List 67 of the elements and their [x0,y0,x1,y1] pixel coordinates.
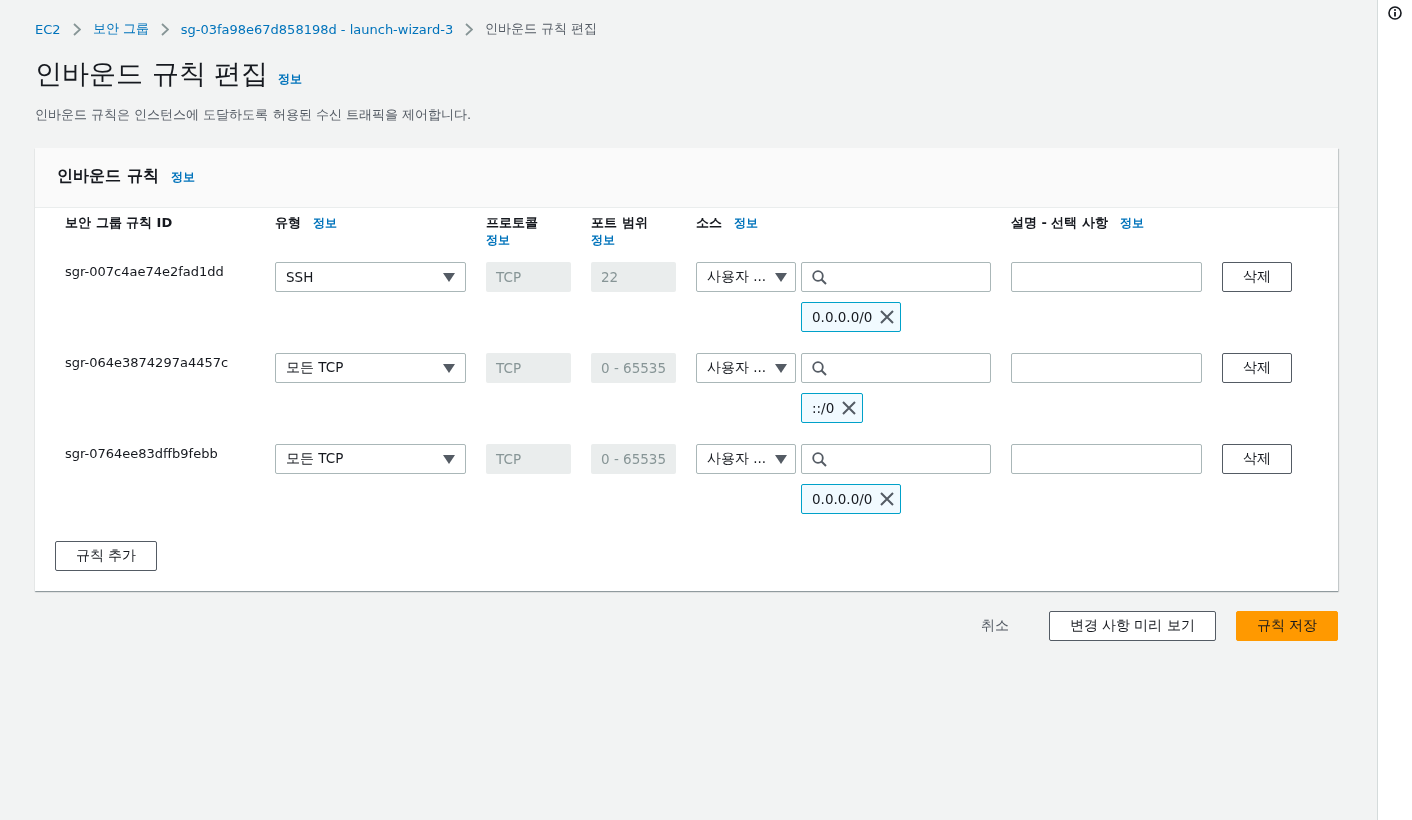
source-type-select[interactable]: 사용자 ... [696,353,796,383]
description-field[interactable] [1011,444,1202,474]
column-header: 유형 [275,215,301,230]
preview-button[interactable]: 변경 사항 미리 보기 [1048,611,1216,641]
port-range-field: 22 [591,262,676,292]
info-icon[interactable] [1388,6,1402,20]
protocol-field: TCP [486,444,571,474]
port-range-field: 0 - 65535 [591,444,676,474]
info-link[interactable]: 정보 [486,233,510,247]
breadcrumb-link[interactable]: EC2 [35,21,61,37]
column-header: 소스 [696,215,722,230]
rule-id: sgr-007c4ae74e2fad1dd [65,263,225,279]
port-range-field: 0 - 65535 [591,353,676,383]
close-icon[interactable] [880,310,895,324]
search-icon [812,360,827,376]
source-search-field[interactable] [801,262,991,292]
cancel-button[interactable]: 취소 [960,611,1029,641]
info-link[interactable]: 정보 [591,233,615,247]
delete-button[interactable]: 삭제 [1222,444,1292,474]
column-header: 보안 그룹 규칙 ID [65,215,173,230]
caret-down-icon [443,454,455,464]
protocol-field: TCP [486,353,571,383]
search-icon [812,269,827,285]
cidr-text: 0.0.0.0/0 [812,491,873,507]
type-select[interactable]: SSH [275,262,466,292]
chevron-right-icon [160,22,169,36]
search-icon [812,451,827,467]
info-link[interactable]: 정보 [313,216,337,230]
page-description: 인바운드 규칙은 인스턴스에 도달하도록 허용된 수신 트래픽을 제어합니다. [35,106,473,124]
protocol-field: TCP [486,262,571,292]
description-field[interactable] [1011,262,1202,292]
panel-title: 인바운드 규칙 [57,166,159,187]
column-header: 설명 - 선택 사항 [1011,215,1108,230]
breadcrumb-current: 인바운드 규칙 편집 [485,20,598,38]
info-link[interactable]: 정보 [278,72,303,87]
source-type-select[interactable]: 사용자 ... [696,444,796,474]
type-select[interactable]: 모든 TCP [275,353,466,383]
info-link[interactable]: 정보 [170,170,195,185]
rule-id: sgr-064e3874297a4457c [65,354,230,370]
source-type-select[interactable]: 사용자 ... [696,262,796,292]
info-link[interactable]: 정보 [734,216,758,230]
caret-down-icon [775,363,787,373]
caret-down-icon [775,272,787,282]
cidr-text: 0.0.0.0/0 [812,309,873,325]
breadcrumb-link[interactable]: sg-03fa98e67d858198d - launch-wizard-3 [180,21,454,37]
source-search-field[interactable] [801,353,991,383]
add-rule-button[interactable]: 규칙 추가 [55,541,158,571]
info-link[interactable]: 정보 [1120,216,1144,230]
type-select[interactable]: 모든 TCP [275,444,466,474]
description-field[interactable] [1011,353,1202,383]
caret-down-icon [775,454,787,464]
delete-button[interactable]: 삭제 [1222,262,1292,292]
caret-down-icon [443,272,455,282]
column-header: 프로토콜 [486,215,538,230]
chevron-right-icon [72,22,81,36]
source-search-field[interactable] [801,444,991,474]
column-header: 포트 범위 [591,215,648,230]
save-button[interactable]: 규칙 저장 [1235,611,1338,641]
caret-down-icon [443,363,455,373]
close-icon[interactable] [880,492,895,506]
chevron-right-icon [465,22,474,36]
cidr-text: ::/0 [812,400,835,416]
rule-id: sgr-0764ee83dffb9febb [65,445,219,461]
close-icon[interactable] [842,401,857,415]
delete-button[interactable]: 삭제 [1222,353,1292,383]
breadcrumb-link[interactable]: 보안 그룹 [92,20,149,38]
page-title: 인바운드 규칙 편집 [35,57,269,91]
